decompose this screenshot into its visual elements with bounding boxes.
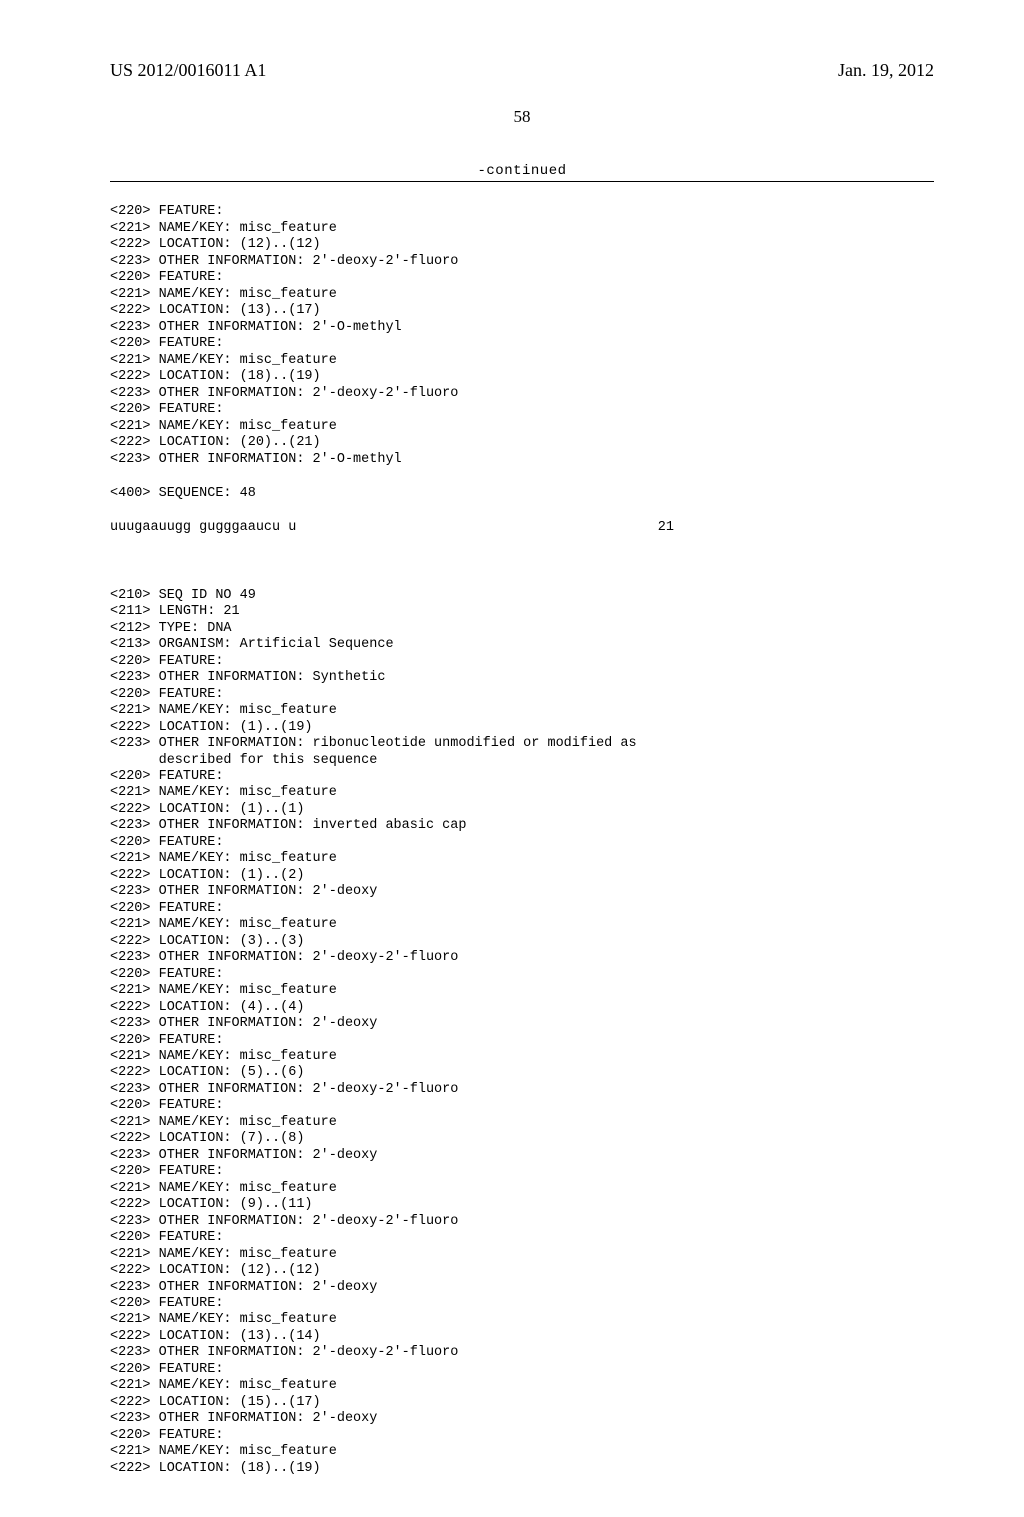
- feature-line: <221> NAME/KEY: misc_feature: [110, 851, 337, 866]
- feature-line: <222> LOCATION: (12)..(12): [110, 1263, 321, 1278]
- feature-line: <221> NAME/KEY: misc_feature: [110, 221, 337, 236]
- feature-line: <222> LOCATION: (20)..(21): [110, 435, 321, 450]
- feature-line: <221> NAME/KEY: misc_feature: [110, 1049, 337, 1064]
- feature-line: <222> LOCATION: (4)..(4): [110, 1000, 304, 1015]
- feature-line: <221> NAME/KEY: misc_feature: [110, 1247, 337, 1262]
- seq-header-line: <213> ORGANISM: Artificial Sequence: [110, 637, 394, 652]
- feature-line: <221> NAME/KEY: misc_feature: [110, 1115, 337, 1130]
- sequence-listing: <220> FEATURE: <221> NAME/KEY: misc_feat…: [110, 188, 934, 1477]
- feature-line: <220> FEATURE:: [110, 1164, 223, 1179]
- sequence-label: <400> SEQUENCE: 48: [110, 486, 256, 501]
- feature-line: <221> NAME/KEY: misc_feature: [110, 917, 337, 932]
- feature-line: <223> OTHER INFORMATION: 2'-deoxy: [110, 1411, 377, 1426]
- feature-line: <220> FEATURE:: [110, 1362, 223, 1377]
- feature-line: <222> LOCATION: (13)..(14): [110, 1329, 321, 1344]
- feature-line: <220> FEATURE:: [110, 1428, 223, 1443]
- feature-line: <220> FEATURE:: [110, 1033, 223, 1048]
- feature-line: <222> LOCATION: (5)..(6): [110, 1065, 304, 1080]
- feature-line: <222> LOCATION: (12)..(12): [110, 237, 321, 252]
- feature-line: <223> OTHER INFORMATION: 2'-deoxy: [110, 1148, 377, 1163]
- feature-line: <221> NAME/KEY: misc_feature: [110, 785, 337, 800]
- feature-line: <222> LOCATION: (1)..(1): [110, 802, 304, 817]
- feature-line: <223> OTHER INFORMATION: 2'-deoxy-2'-flu…: [110, 386, 458, 401]
- feature-line: described for this sequence: [110, 753, 377, 768]
- feature-line: <221> NAME/KEY: misc_feature: [110, 419, 337, 434]
- feature-line: <221> NAME/KEY: misc_feature: [110, 287, 337, 302]
- feature-line: <220> FEATURE:: [110, 402, 223, 417]
- feature-line: <220> FEATURE:: [110, 835, 223, 850]
- feature-line: <223> OTHER INFORMATION: 2'-deoxy: [110, 884, 377, 899]
- feature-line: <223> OTHER INFORMATION: 2'-O-methyl: [110, 452, 402, 467]
- feature-line: <221> NAME/KEY: misc_feature: [110, 983, 337, 998]
- feature-line: <220> FEATURE:: [110, 1230, 223, 1245]
- feature-line: <220> FEATURE:: [110, 901, 223, 916]
- feature-line: <223> OTHER INFORMATION: 2'-deoxy-2'-flu…: [110, 950, 458, 965]
- feature-line: <221> NAME/KEY: misc_feature: [110, 1378, 337, 1393]
- page-header: US 2012/0016011 A1 Jan. 19, 2012: [110, 60, 934, 81]
- feature-line: <222> LOCATION: (7)..(8): [110, 1131, 304, 1146]
- feature-line: <223> OTHER INFORMATION: 2'-deoxy-2'-flu…: [110, 254, 458, 269]
- feature-line: <223> OTHER INFORMATION: 2'-deoxy-2'-flu…: [110, 1214, 458, 1229]
- feature-line: <220> FEATURE:: [110, 204, 223, 219]
- feature-line: <221> NAME/KEY: misc_feature: [110, 703, 337, 718]
- feature-line: <221> NAME/KEY: misc_feature: [110, 1181, 337, 1196]
- feature-line: <220> FEATURE:: [110, 336, 223, 351]
- feature-line: <223> OTHER INFORMATION: Synthetic: [110, 670, 385, 685]
- feature-line: <220> FEATURE:: [110, 687, 223, 702]
- feature-line: <223> OTHER INFORMATION: ribonucleotide …: [110, 736, 637, 751]
- feature-line: <223> OTHER INFORMATION: 2'-deoxy: [110, 1280, 377, 1295]
- feature-line: <223> OTHER INFORMATION: 2'-deoxy: [110, 1016, 377, 1031]
- feature-line: <220> FEATURE:: [110, 654, 223, 669]
- feature-line: <222> LOCATION: (1)..(2): [110, 868, 304, 883]
- feature-line: <222> LOCATION: (18)..(19): [110, 1461, 321, 1476]
- page-number: 58: [110, 107, 934, 127]
- sequence-length: 21: [658, 520, 934, 536]
- feature-line: <223> OTHER INFORMATION: 2'-deoxy-2'-flu…: [110, 1082, 458, 1097]
- feature-line: <223> OTHER INFORMATION: 2'-O-methyl: [110, 320, 402, 335]
- publication-number: US 2012/0016011 A1: [110, 60, 266, 81]
- feature-line: <221> NAME/KEY: misc_feature: [110, 353, 337, 368]
- top-rule: [110, 181, 934, 182]
- feature-line: <222> LOCATION: (9)..(11): [110, 1197, 313, 1212]
- feature-line: <221> NAME/KEY: misc_feature: [110, 1444, 337, 1459]
- feature-line: <222> LOCATION: (15)..(17): [110, 1395, 321, 1410]
- page: US 2012/0016011 A1 Jan. 19, 2012 58 -con…: [0, 0, 1024, 1517]
- publication-date: Jan. 19, 2012: [838, 60, 934, 81]
- sequence-text: uuugaauugg gugggaaucu u: [110, 520, 296, 536]
- feature-line: <222> LOCATION: (3)..(3): [110, 934, 304, 949]
- feature-line: <220> FEATURE:: [110, 769, 223, 784]
- feature-line: <223> OTHER INFORMATION: inverted abasic…: [110, 818, 466, 833]
- feature-line: <223> OTHER INFORMATION: 2'-deoxy-2'-flu…: [110, 1345, 458, 1360]
- seq-header-line: <210> SEQ ID NO 49: [110, 588, 256, 603]
- feature-line: <222> LOCATION: (1)..(19): [110, 720, 313, 735]
- feature-line: <220> FEATURE:: [110, 270, 223, 285]
- feature-line: <220> FEATURE:: [110, 967, 223, 982]
- continued-label: -continued: [110, 163, 934, 179]
- seq-header-line: <212> TYPE: DNA: [110, 621, 232, 636]
- sequence-row: uuugaauugg gugggaaucu u 21: [110, 520, 934, 536]
- feature-line: <222> LOCATION: (13)..(17): [110, 303, 321, 318]
- feature-line: <222> LOCATION: (18)..(19): [110, 369, 321, 384]
- seq-header-line: <211> LENGTH: 21: [110, 604, 240, 619]
- feature-line: <220> FEATURE:: [110, 1098, 223, 1113]
- feature-line: <220> FEATURE:: [110, 1296, 223, 1311]
